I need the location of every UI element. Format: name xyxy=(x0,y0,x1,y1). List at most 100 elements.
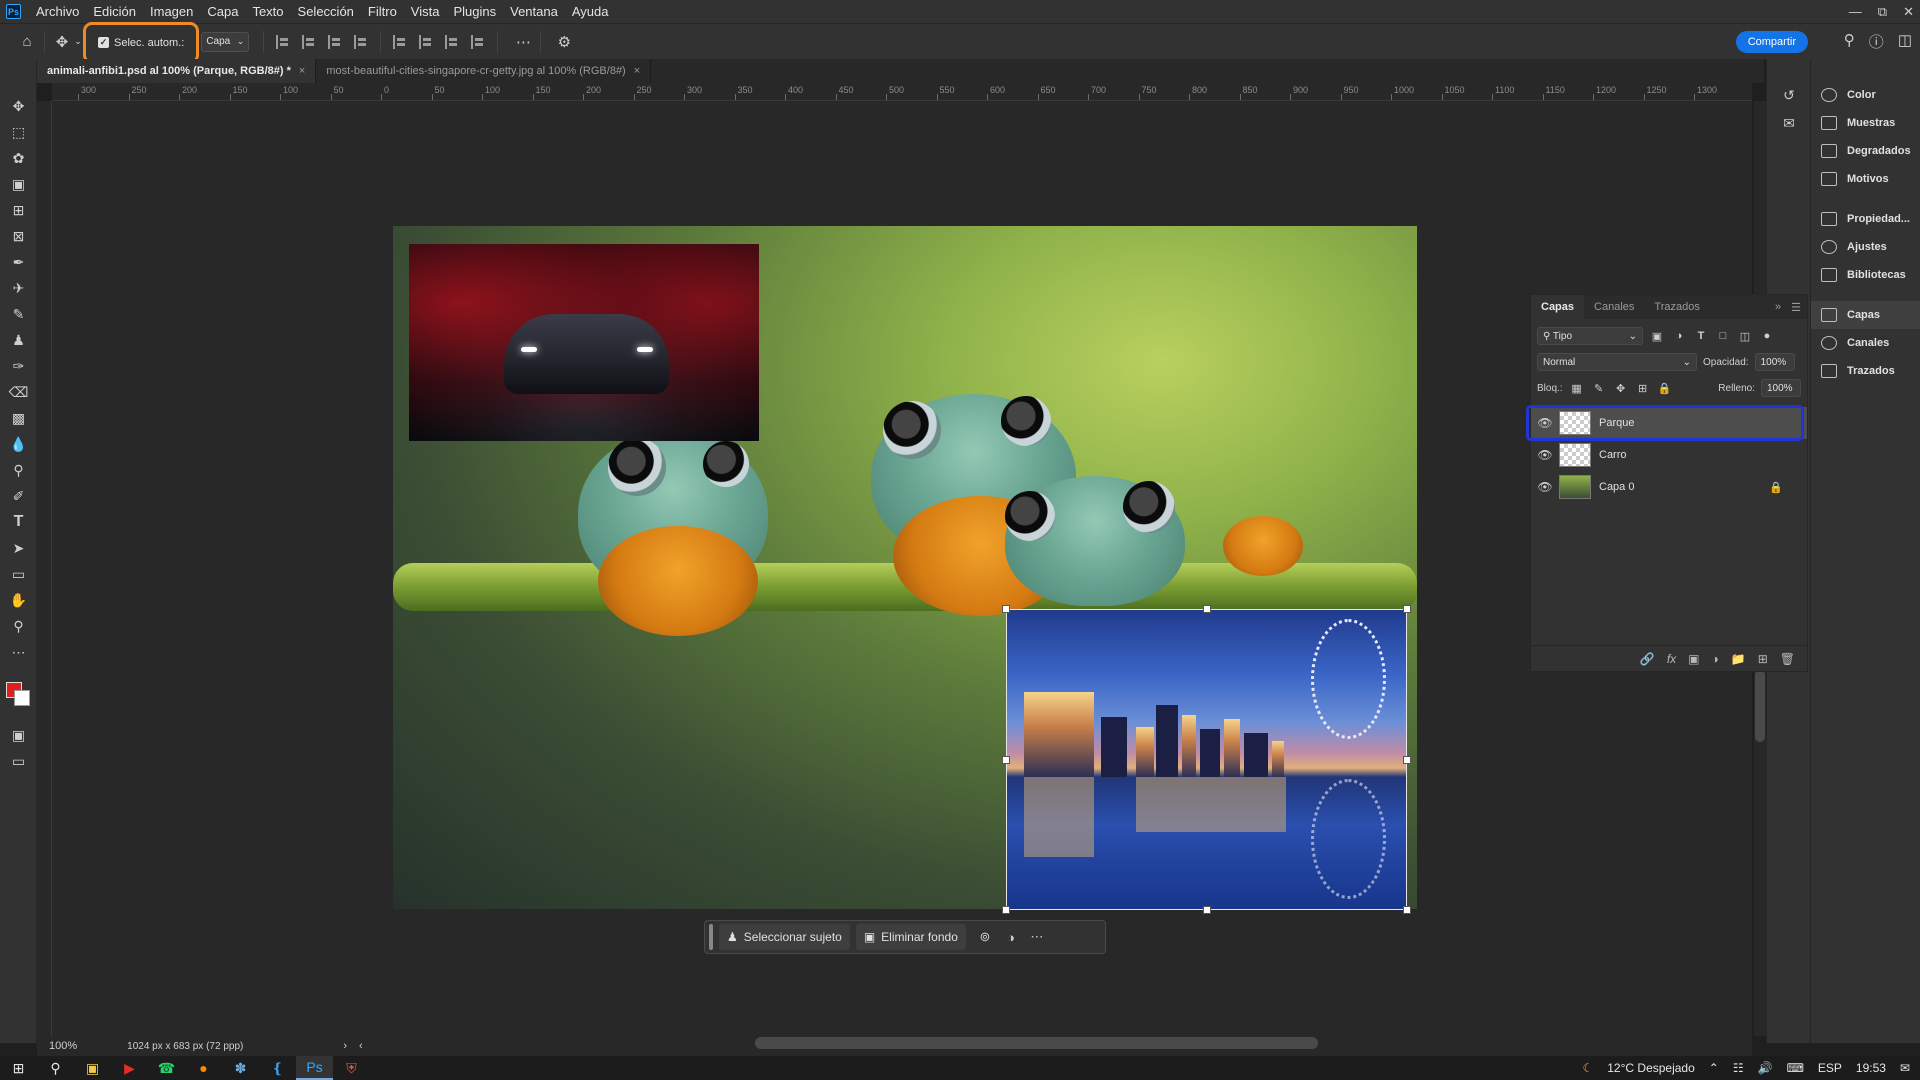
drag-handle[interactable] xyxy=(709,924,713,950)
rectangle-tool-icon[interactable]: ▭ xyxy=(0,561,37,587)
object-selection-tool-icon[interactable]: ▣ xyxy=(0,171,37,197)
frame-tool-icon[interactable]: ⊠ xyxy=(0,223,37,249)
chevron-up-icon[interactable]: ⌃ xyxy=(1709,1061,1719,1075)
zoom-level[interactable]: 100% xyxy=(49,1040,77,1052)
tab-channels[interactable]: Canales xyxy=(1584,295,1644,319)
whatsapp-icon[interactable]: ☎ xyxy=(148,1056,185,1080)
layer-name[interactable]: Capa 0 xyxy=(1599,481,1634,493)
fx-icon[interactable]: fx xyxy=(1667,652,1676,666)
horizontal-scroll-thumb[interactable] xyxy=(755,1037,1318,1049)
gear-icon[interactable]: ⚙ xyxy=(553,31,575,53)
auto-select-target-dropdown[interactable]: Capa ⌄ xyxy=(201,31,250,52)
comments-icon[interactable]: ✉ xyxy=(1767,109,1811,137)
more-options-icon[interactable]: ⋯ xyxy=(1024,924,1050,950)
align-bottom-icon[interactable] xyxy=(445,34,459,49)
layer-carro-image[interactable] xyxy=(409,244,759,441)
layer-name[interactable]: Parque xyxy=(1599,417,1634,429)
lock-image-icon[interactable]: ✎ xyxy=(1591,380,1607,396)
blend-mode-dropdown[interactable]: Normal ⌄ xyxy=(1537,353,1697,371)
eraser-tool-icon[interactable]: ⌫ xyxy=(0,379,37,405)
panel-collapse-icon[interactable]: » xyxy=(1775,301,1781,313)
menu-texto[interactable]: Texto xyxy=(245,4,290,19)
clone-stamp-tool-icon[interactable]: ♟ xyxy=(0,327,37,353)
opacity-input[interactable]: 100% xyxy=(1754,353,1795,371)
distribute-h-icon[interactable] xyxy=(354,34,368,49)
chevron-down-icon[interactable]: ⌄ xyxy=(73,31,83,53)
layer-parque[interactable]: 👁 Parque xyxy=(1526,405,1807,441)
auto-select-checkbox[interactable]: ✓ xyxy=(98,37,109,48)
menu-vista[interactable]: Vista xyxy=(404,4,447,19)
menu-filtro[interactable]: Filtro xyxy=(361,4,404,19)
workspace-icon[interactable]: ◫ xyxy=(1898,31,1912,52)
tab-singapore[interactable]: most-beautiful-cities-singapore-cr-getty… xyxy=(316,59,652,83)
keyboard-icon[interactable]: ⌨ xyxy=(1787,1061,1804,1075)
type-tool-icon[interactable]: T xyxy=(0,509,37,535)
more-options-icon[interactable]: ⋯ xyxy=(512,31,534,53)
menu-ayuda[interactable]: Ayuda xyxy=(565,4,616,19)
close-window-icon[interactable]: ✕ xyxy=(1903,4,1914,20)
auto-select-option[interactable]: ✓ Selec. autom.: xyxy=(83,21,200,64)
add-mask-icon[interactable]: ▣ xyxy=(1688,652,1699,666)
windows-start-icon[interactable]: ⊞ xyxy=(0,1056,37,1080)
restore-icon[interactable]: ⧉ xyxy=(1878,4,1887,20)
filter-shape-icon[interactable]: □ xyxy=(1715,328,1731,344)
panel-color[interactable]: Color xyxy=(1811,81,1920,109)
filter-pixel-icon[interactable]: ▣ xyxy=(1649,328,1665,344)
history-brush-tool-icon[interactable]: ✑ xyxy=(0,353,37,379)
blur-tool-icon[interactable]: 💧 xyxy=(0,431,37,457)
screen-mode-icon[interactable]: ▭ xyxy=(0,748,37,774)
vertical-scroll-thumb[interactable] xyxy=(1755,670,1765,742)
brave-icon[interactable]: ⛨ xyxy=(333,1056,370,1080)
clock[interactable]: 19:53 xyxy=(1856,1061,1886,1075)
zoom-tool-icon[interactable]: ⚲ xyxy=(0,613,37,639)
hand-tool-icon[interactable]: ✋ xyxy=(0,587,37,613)
menu-capa[interactable]: Capa xyxy=(200,4,245,19)
chevron-right-icon[interactable]: › xyxy=(343,1040,347,1052)
panel-paths[interactable]: Trazados xyxy=(1811,357,1920,385)
tab-animali-anfibi[interactable]: animali-anfibi1.psd al 100% (Parque, RGB… xyxy=(37,59,317,83)
tab-layers[interactable]: Capas xyxy=(1531,295,1585,319)
minimize-icon[interactable]: — xyxy=(1849,4,1862,19)
fill-input[interactable]: 100% xyxy=(1761,379,1801,397)
close-icon[interactable]: × xyxy=(634,65,640,77)
dodge-tool-icon[interactable]: ⚲ xyxy=(0,457,37,483)
background-color-swatch[interactable] xyxy=(14,690,30,706)
marquee-tool-icon[interactable]: ⬚ xyxy=(0,119,37,145)
move-tool-icon[interactable]: ✥ xyxy=(0,93,37,119)
visibility-eye-icon[interactable]: 👁 xyxy=(1531,480,1559,494)
firefox-icon[interactable]: ● xyxy=(185,1056,222,1080)
help-icon[interactable]: ⓘ xyxy=(1869,31,1884,52)
visibility-eye-icon[interactable]: 👁 xyxy=(1531,416,1559,430)
quick-mask-icon[interactable]: ▣ xyxy=(0,722,37,748)
filter-smartobject-icon[interactable]: ◫ xyxy=(1737,328,1753,344)
panel-channels[interactable]: Canales xyxy=(1811,329,1920,357)
document-canvas[interactable] xyxy=(393,226,1417,909)
lock-artboard-icon[interactable]: ⊞ xyxy=(1635,380,1651,396)
eyedropper-tool-icon[interactable]: ✒ xyxy=(0,249,37,275)
align-left-icon[interactable] xyxy=(276,34,290,49)
path-selection-tool-icon[interactable]: ➤ xyxy=(0,535,37,561)
menu-plugins[interactable]: Plugins xyxy=(446,4,503,19)
filter-toggle-icon[interactable]: ● xyxy=(1759,328,1775,344)
language-indicator[interactable]: ESP xyxy=(1818,1061,1842,1075)
menu-ventana[interactable]: Ventana xyxy=(503,4,565,19)
home-icon[interactable]: ⌂ xyxy=(16,31,38,53)
align-right-icon[interactable] xyxy=(328,34,342,49)
tab-paths[interactable]: Trazados xyxy=(1644,295,1709,319)
filter-kind-dropdown[interactable]: ⚲ Tipo ⌄ xyxy=(1537,327,1643,345)
layer-capa-0[interactable]: 👁 Capa 0 🔒 xyxy=(1531,471,1807,503)
move-tool-icon[interactable]: ✥ xyxy=(51,31,73,53)
remove-background-button[interactable]: ▣ Eliminar fondo xyxy=(855,924,966,950)
lock-all-icon[interactable]: 🔒 xyxy=(1657,380,1673,396)
volume-icon[interactable]: 🔊 xyxy=(1758,1061,1773,1075)
distribute-v-icon[interactable] xyxy=(471,34,485,49)
layer-name[interactable]: Carro xyxy=(1599,449,1627,461)
search-icon[interactable]: ⚲ xyxy=(1844,31,1855,52)
trash-icon[interactable]: 🗑 xyxy=(1780,652,1795,666)
transform-icon[interactable]: ⊚ xyxy=(972,924,998,950)
menu-imagen[interactable]: Imagen xyxy=(143,4,200,19)
menu-archivo[interactable]: Archivo xyxy=(29,4,86,19)
panel-gradients[interactable]: Degradados xyxy=(1811,137,1920,165)
filter-type-icon[interactable]: T xyxy=(1693,328,1709,344)
new-layer-icon[interactable]: ⊞ xyxy=(1758,652,1768,666)
